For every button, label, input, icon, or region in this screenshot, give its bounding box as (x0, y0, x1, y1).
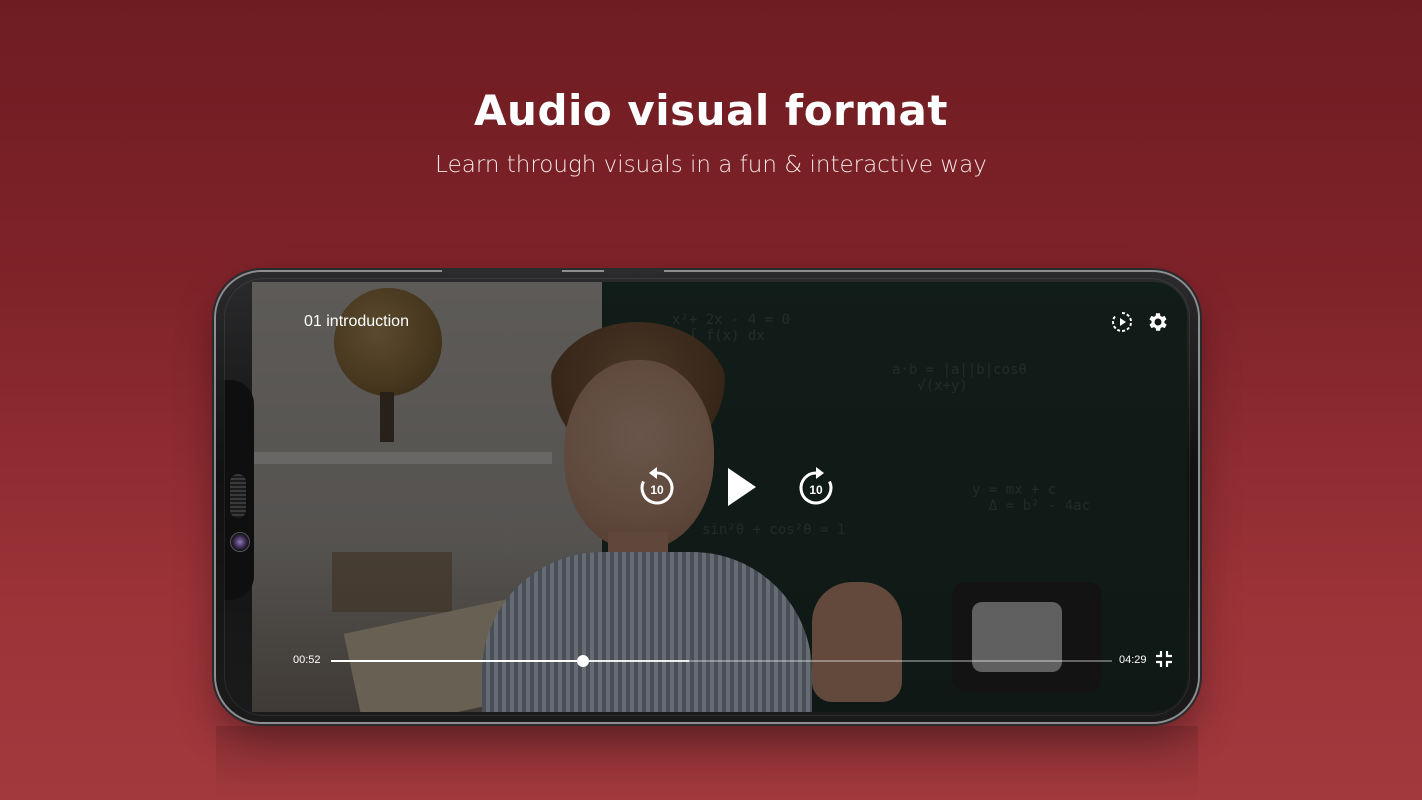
total-time: 04:29 (1119, 654, 1147, 666)
phone-notch (224, 380, 254, 600)
rewind-10-icon[interactable]: 10 (635, 465, 679, 509)
gear-icon[interactable] (1146, 310, 1170, 334)
forward-label: 10 (809, 483, 823, 497)
phone-speaker (230, 474, 246, 518)
exit-fullscreen-icon[interactable] (1155, 650, 1173, 668)
buffered-bar (331, 660, 689, 662)
front-camera (230, 532, 250, 552)
autoplay-icon[interactable] (1110, 310, 1134, 334)
phone-side-button (604, 269, 664, 273)
phone-reflection (216, 726, 1198, 800)
phone-side-button (442, 269, 562, 273)
forward-10-icon[interactable]: 10 (794, 465, 838, 509)
current-time: 00:52 (293, 654, 321, 666)
headline: Audio visual format (474, 86, 948, 135)
phone-mockup: x²+ 2x - 4 = 0 ∫ f(x) dx a·b = |a||b|cos… (216, 269, 1198, 722)
video-title: 01 introduction (304, 313, 409, 330)
seek-bar[interactable] (331, 655, 1112, 667)
video-frame: x²+ 2x - 4 = 0 ∫ f(x) dx a·b = |a||b|cos… (252, 282, 1187, 712)
seek-handle[interactable] (577, 655, 590, 667)
subheadline: Learn through visuals in a fun & interac… (435, 152, 987, 178)
played-bar (331, 660, 584, 662)
play-icon[interactable] (718, 465, 762, 509)
video-player[interactable]: x²+ 2x - 4 = 0 ∫ f(x) dx a·b = |a||b|cos… (252, 282, 1187, 712)
rewind-label: 10 (650, 483, 664, 497)
